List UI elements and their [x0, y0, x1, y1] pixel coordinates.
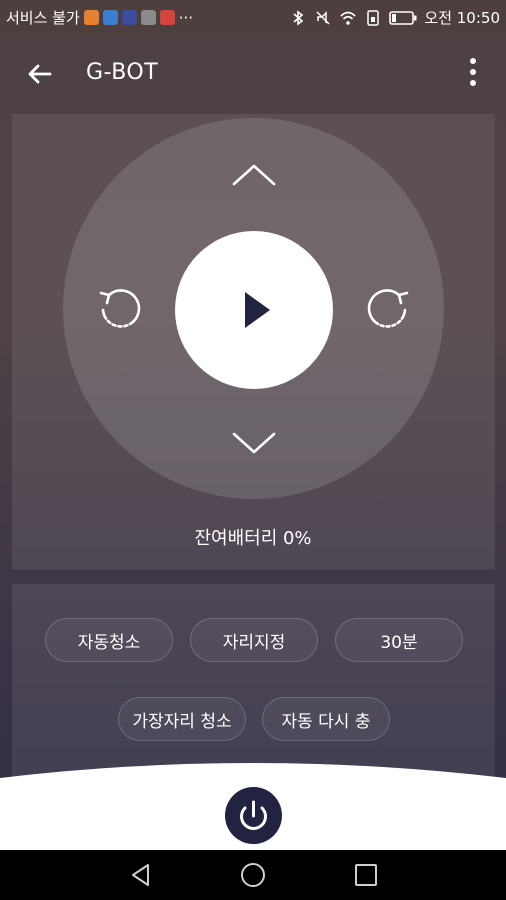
wifi-icon: [340, 11, 356, 25]
bluetooth-icon: [293, 9, 304, 26]
carrier-status: 서비스 불가: [6, 9, 80, 27]
sim-icon: [367, 9, 380, 26]
rotate-left-icon[interactable]: [95, 285, 145, 335]
battery-status: 잔여배터리 0%: [194, 528, 312, 549]
edge-clean-button[interactable]: 가장자리 청소: [118, 697, 246, 741]
more-notifications: ···: [178, 8, 194, 27]
battery-icon: [389, 10, 417, 25]
nav-home-icon[interactable]: [240, 862, 266, 888]
timer-button[interactable]: 30분: [335, 618, 463, 662]
mute-icon: [316, 10, 330, 25]
photo-icon: [140, 10, 156, 25]
auto-clean-button[interactable]: 자동청소: [45, 618, 173, 662]
system-nav-bar: [0, 850, 506, 900]
forward-arrow-icon[interactable]: [230, 160, 278, 190]
rotate-right-icon[interactable]: [363, 285, 413, 335]
status-bar: 서비스 불가 ··· 오전 10:50: [0, 0, 506, 34]
options-panel: [12, 584, 495, 784]
play-icon: [245, 292, 270, 328]
backward-arrow-icon[interactable]: [230, 428, 278, 458]
clock: 오전 10:50: [424, 9, 500, 27]
power-icon: [240, 800, 267, 830]
start-button[interactable]: [175, 231, 333, 389]
power-button[interactable]: [225, 787, 282, 844]
nav-recents-icon[interactable]: [353, 862, 379, 888]
screen: 서비스 불가 ··· 오전 10:50 G-BOT 잔여배터리 0% 자동청소 …: [0, 0, 506, 900]
blue-app-icon: [102, 10, 118, 25]
navy-app-icon: [121, 10, 137, 25]
nav-back-icon[interactable]: [128, 862, 154, 888]
status-left: 서비스 불가 ···: [6, 7, 193, 28]
red-app-icon: [159, 10, 175, 25]
app-bar: G-BOT: [0, 34, 506, 114]
spot-clean-button[interactable]: 자리지정: [190, 618, 318, 662]
overflow-menu-icon[interactable]: [468, 58, 478, 92]
page-title: G-BOT: [86, 60, 159, 85]
auto-recharge-button[interactable]: 자동 다시 충: [262, 697, 390, 741]
back-arrow-icon[interactable]: [24, 58, 56, 90]
status-right: 오전 10:50: [289, 7, 500, 28]
orange-app-icon: [83, 10, 99, 25]
